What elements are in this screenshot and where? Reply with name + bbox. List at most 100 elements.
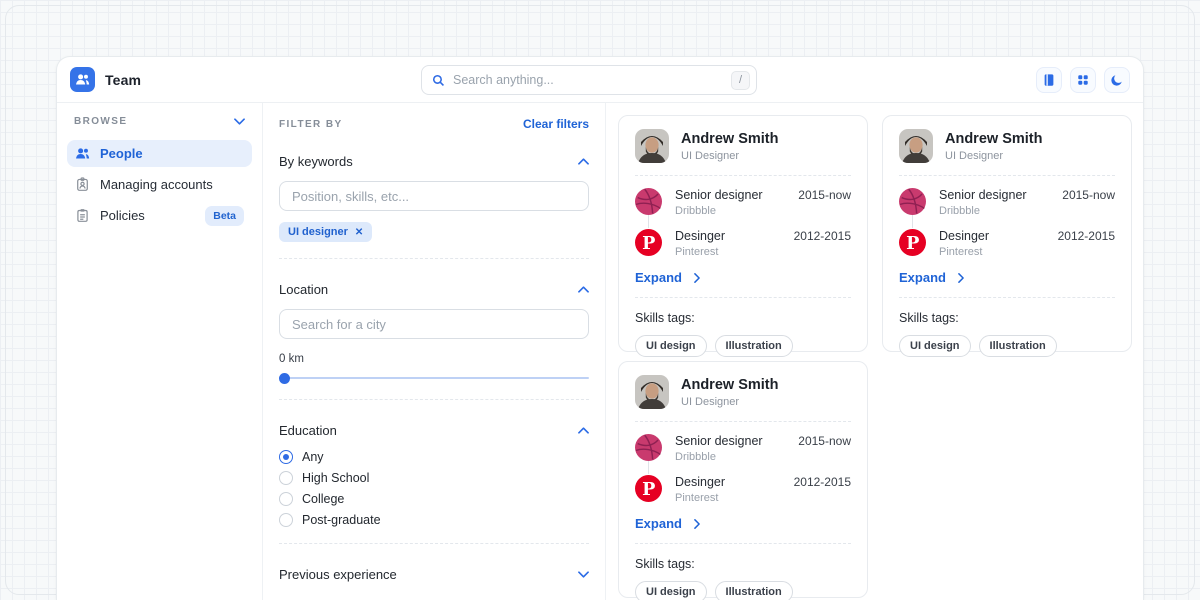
- position-period: 2012-2015: [1058, 229, 1115, 243]
- skill-tag[interactable]: Illustration: [979, 335, 1057, 357]
- chevron-down-icon[interactable]: [578, 571, 589, 578]
- person-card: Andrew Smith UI Designer Senior designer…: [882, 115, 1132, 352]
- experience-section-header[interactable]: Previous experience: [279, 567, 589, 582]
- person-role: UI Designer: [945, 150, 1042, 162]
- radio-button[interactable]: [279, 450, 293, 464]
- education-section-header[interactable]: Education: [279, 423, 589, 438]
- person-role: UI Designer: [681, 150, 778, 162]
- expand-label: Expand: [635, 270, 682, 285]
- expand-link[interactable]: Expand: [635, 270, 851, 285]
- position-period: 2012-2015: [794, 475, 851, 489]
- timeline-connector: [648, 215, 649, 228]
- beta-badge: Beta: [205, 206, 244, 226]
- clipboard-icon: [75, 208, 90, 223]
- radio-label: Any: [302, 450, 324, 464]
- divider: [279, 258, 589, 259]
- id-badge-icon: [75, 177, 90, 192]
- timeline-connector: [912, 215, 913, 228]
- skill-tag[interactable]: UI design: [635, 581, 707, 600]
- app-title: Team: [105, 72, 141, 88]
- team-icon: [75, 72, 90, 87]
- search-input[interactable]: [453, 73, 723, 87]
- radio-college[interactable]: College: [279, 492, 589, 506]
- browse-section-header[interactable]: BROWSE: [67, 116, 252, 127]
- person-card: Andrew Smith UI Designer Senior designer…: [618, 115, 868, 352]
- position-title: Senior designer: [675, 434, 785, 448]
- book-icon: [1042, 73, 1056, 87]
- chevron-right-icon: [694, 273, 700, 283]
- keywords-section-header[interactable]: By keywords: [279, 154, 589, 169]
- divider: [279, 543, 589, 544]
- position-row: Senior designer Dribbble 2015-now: [635, 188, 851, 217]
- divider: [635, 421, 851, 422]
- clear-filters-link[interactable]: Clear filters: [523, 117, 589, 131]
- position-row: Desinger Pinterest 2012-2015: [635, 475, 851, 504]
- results-area: Andrew Smith UI Designer Senior designer…: [606, 103, 1144, 600]
- experience-timeline: Senior designer Dribbble 2015-now Desing…: [635, 188, 851, 258]
- global-search[interactable]: /: [421, 65, 757, 95]
- keywords-input[interactable]: [279, 181, 589, 211]
- divider: [899, 297, 1115, 298]
- skill-tag[interactable]: Illustration: [715, 581, 793, 600]
- apps-button[interactable]: [1070, 67, 1096, 93]
- sidebar-item-label: Managing accounts: [100, 177, 213, 192]
- position-company: Dribbble: [675, 451, 785, 463]
- sidebar-item-people[interactable]: People: [67, 140, 252, 167]
- keyword-tag-ui-designer[interactable]: UI designer ✕: [279, 222, 372, 242]
- position-title: Desinger: [939, 229, 1045, 243]
- expand-label: Expand: [899, 270, 946, 285]
- city-search-input[interactable]: [279, 309, 589, 339]
- sidebar-item-managing-accounts[interactable]: Managing accounts: [67, 171, 252, 198]
- pinterest-icon: [635, 229, 662, 256]
- app-window: Team /: [56, 56, 1144, 600]
- avatar: [635, 129, 669, 163]
- position-title: Desinger: [675, 229, 781, 243]
- slider-track[interactable]: [279, 377, 589, 379]
- radio-label: High School: [302, 471, 369, 485]
- radio-label: College: [302, 492, 344, 506]
- location-label: Location: [279, 282, 328, 297]
- chevron-up-icon[interactable]: [578, 427, 589, 434]
- skill-tag[interactable]: UI design: [899, 335, 971, 357]
- people-icon: [75, 146, 90, 161]
- radio-button[interactable]: [279, 492, 293, 506]
- radio-post-graduate[interactable]: Post-graduate: [279, 513, 589, 527]
- location-section-header[interactable]: Location: [279, 282, 589, 297]
- expand-link[interactable]: Expand: [899, 270, 1115, 285]
- radio-label: Post-graduate: [302, 513, 381, 527]
- position-row: Senior designer Dribbble 2015-now: [899, 188, 1115, 217]
- library-button[interactable]: [1036, 67, 1062, 93]
- chevron-up-icon[interactable]: [578, 286, 589, 293]
- dribbble-icon: [899, 188, 926, 215]
- person-name: Andrew Smith: [681, 131, 778, 147]
- sidebar-nav: People Managing accounts: [67, 140, 252, 229]
- avatar: [635, 375, 669, 409]
- position-company: Pinterest: [675, 246, 781, 258]
- skills-label: Skills tags:: [635, 557, 851, 571]
- sidebar-item-policies[interactable]: Policies Beta: [67, 202, 252, 229]
- dark-mode-button[interactable]: [1104, 67, 1130, 93]
- chevron-down-icon[interactable]: [234, 118, 245, 125]
- person-name: Andrew Smith: [945, 131, 1042, 147]
- experience-timeline: Senior designer Dribbble 2015-now Desing…: [635, 434, 851, 504]
- distance-slider[interactable]: [279, 373, 589, 383]
- chevron-up-icon[interactable]: [578, 158, 589, 165]
- remove-tag-icon[interactable]: ✕: [355, 227, 363, 238]
- slider-thumb[interactable]: [279, 373, 290, 384]
- person-role: UI Designer: [681, 396, 778, 408]
- chevron-right-icon: [694, 519, 700, 529]
- position-company: Pinterest: [675, 492, 781, 504]
- radio-any[interactable]: Any: [279, 450, 589, 464]
- skill-tag[interactable]: Illustration: [715, 335, 793, 357]
- skill-tag[interactable]: UI design: [635, 335, 707, 357]
- search-icon: [432, 74, 445, 87]
- radio-high-school[interactable]: High School: [279, 471, 589, 485]
- radio-button[interactable]: [279, 513, 293, 527]
- radio-button[interactable]: [279, 471, 293, 485]
- expand-link[interactable]: Expand: [635, 516, 851, 531]
- distance-value: 0 km: [279, 353, 589, 365]
- avatar: [899, 129, 933, 163]
- dribbble-icon: [635, 188, 662, 215]
- position-row: Desinger Pinterest 2012-2015: [899, 229, 1115, 258]
- position-period: 2012-2015: [794, 229, 851, 243]
